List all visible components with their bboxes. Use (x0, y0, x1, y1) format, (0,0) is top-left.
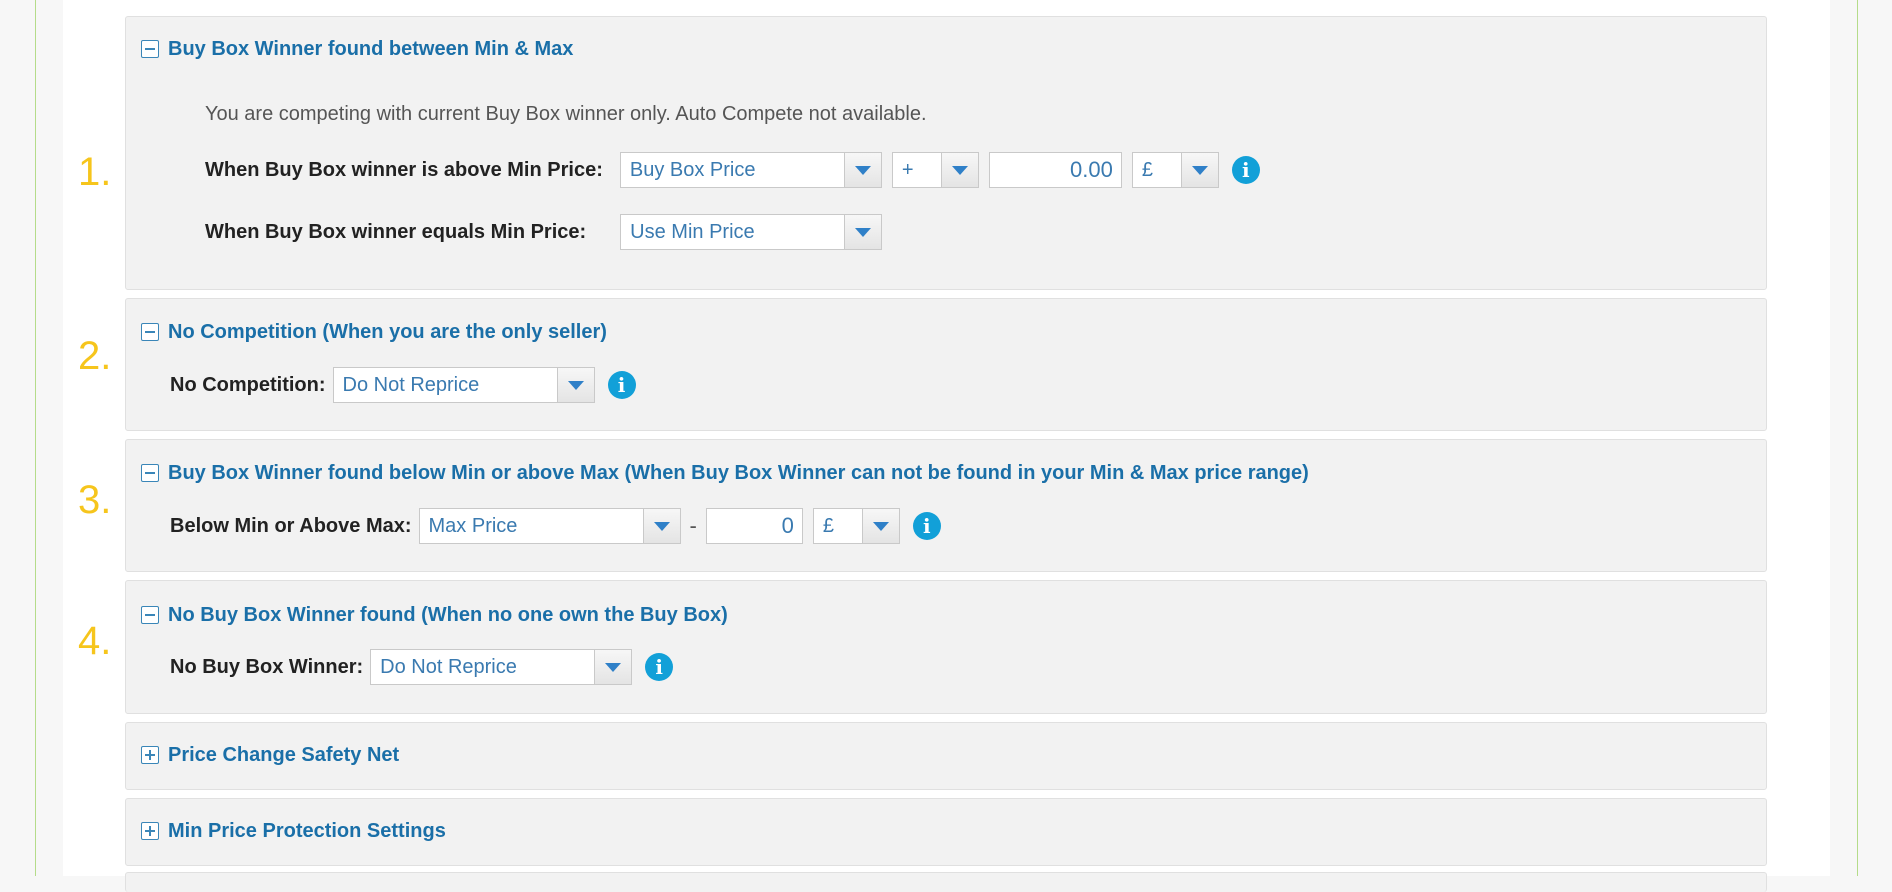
section-header[interactable]: Buy Box Winner found between Min & Max (141, 38, 573, 60)
section-header[interactable]: No Buy Box Winner found (When no one own… (141, 604, 728, 626)
above-min-label: When Buy Box winner is above Min Price: (205, 158, 603, 181)
chevron-down-icon[interactable] (844, 215, 882, 249)
chevron-down-icon[interactable] (861, 509, 899, 543)
section-title[interactable]: No Buy Box Winner found (When no one own… (168, 604, 728, 627)
select-value: Do Not Reprice (380, 655, 517, 678)
no-competition-label: No Competition: (170, 373, 326, 396)
dash-separator: - (689, 513, 697, 538)
section-header[interactable]: Buy Box Winner found below Min or above … (141, 462, 1309, 484)
amount-input[interactable]: 0.00 (988, 152, 1122, 188)
currency-select[interactable]: £ (1131, 152, 1219, 188)
section-title[interactable]: Buy Box Winner found below Min or above … (168, 462, 1309, 485)
step-number-3: 3. (78, 478, 112, 522)
chevron-down-icon[interactable] (940, 153, 978, 187)
section-below-min-above-max: Buy Box Winner found below Min or above … (125, 439, 1767, 572)
section-title[interactable]: No Competition (When you are the only se… (168, 321, 607, 344)
select-value: Buy Box Price (629, 158, 756, 181)
select-value: £ (1141, 158, 1153, 181)
section-title[interactable]: Buy Box Winner found between Min & Max (168, 38, 573, 61)
section-header[interactable]: No Competition (When you are the only se… (141, 321, 607, 343)
step-number-2: 2. (78, 334, 112, 378)
section-note: You are competing with current Buy Box w… (205, 102, 927, 125)
minus-square-icon[interactable] (141, 464, 159, 482)
section-next-partial (125, 872, 1767, 892)
info-icon[interactable]: i (912, 512, 941, 540)
section-price-change-safety-net: Price Change Safety Net (125, 722, 1767, 790)
offset-amount-input[interactable]: 0 (705, 508, 803, 544)
currency-select[interactable]: £ (812, 508, 900, 544)
chevron-down-icon[interactable] (594, 650, 632, 684)
plus-square-icon[interactable] (141, 822, 159, 840)
minus-square-icon[interactable] (141, 40, 159, 58)
minus-square-icon[interactable] (141, 606, 159, 624)
section-title[interactable]: Min Price Protection Settings (168, 820, 446, 843)
section-min-price-protection: Min Price Protection Settings (125, 798, 1767, 866)
section-no-buybox-winner: No Buy Box Winner found (When no one own… (125, 580, 1767, 714)
equals-min-price-select[interactable]: Use Min Price (620, 214, 883, 250)
select-value: Max Price (428, 514, 518, 537)
chevron-down-icon[interactable] (642, 509, 680, 543)
above-min-price-select[interactable]: Buy Box Price (619, 152, 882, 188)
select-value: Do Not Reprice (342, 373, 480, 396)
section-header[interactable]: Price Change Safety Net (141, 744, 399, 766)
select-value: £ (822, 514, 834, 537)
below-min-above-max-label: Below Min or Above Max: (170, 514, 412, 537)
equals-min-label: When Buy Box winner equals Min Price: (205, 220, 587, 243)
section-header[interactable]: Min Price Protection Settings (141, 820, 446, 842)
chevron-down-icon[interactable] (1180, 153, 1218, 187)
below-min-above-max-select[interactable]: Max Price (418, 508, 681, 544)
no-buybox-winner-label: No Buy Box Winner: (170, 655, 364, 678)
info-icon[interactable]: i (1231, 156, 1260, 184)
no-buybox-winner-select[interactable]: Do Not Reprice (370, 649, 633, 685)
select-value: + (901, 158, 914, 181)
step-number-4: 4. (78, 619, 112, 663)
step-number-1: 1. (78, 150, 112, 194)
chevron-down-icon[interactable] (843, 153, 881, 187)
section-buybox-between: Buy Box Winner found between Min & Max Y… (125, 16, 1767, 290)
chevron-down-icon[interactable] (556, 368, 594, 402)
select-value: Use Min Price (630, 220, 755, 243)
no-competition-select[interactable]: Do Not Reprice (332, 367, 595, 403)
info-icon[interactable]: i (645, 653, 674, 681)
section-title[interactable]: Price Change Safety Net (168, 744, 399, 767)
minus-square-icon[interactable] (141, 323, 159, 341)
section-no-competition: No Competition (When you are the only se… (125, 298, 1767, 431)
plus-square-icon[interactable] (141, 746, 159, 764)
operator-select[interactable]: + (891, 152, 979, 188)
info-icon[interactable]: i (607, 371, 636, 399)
